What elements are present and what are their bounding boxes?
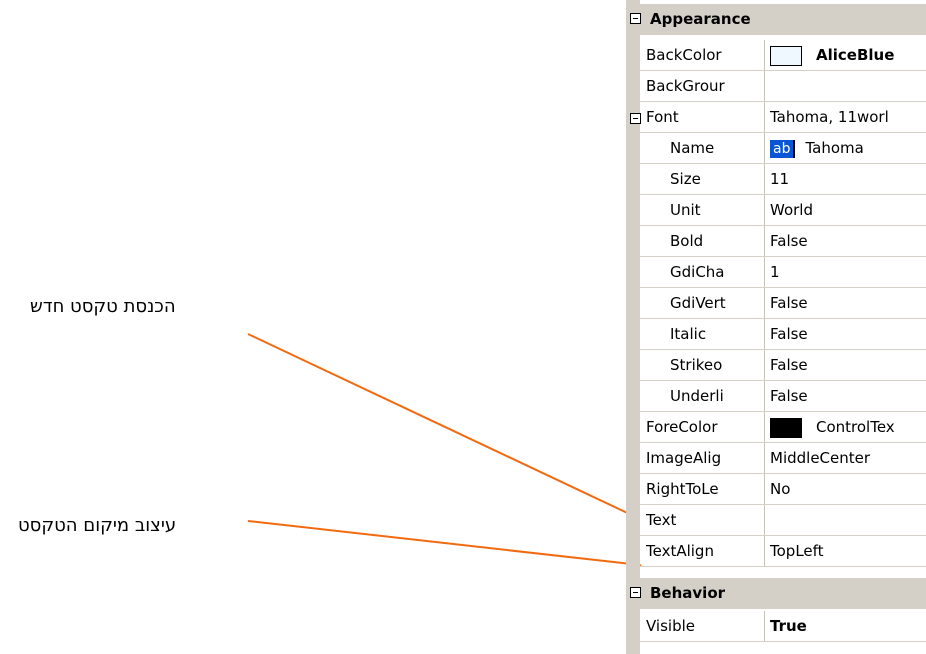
- category-appearance-title: Appearance: [650, 10, 751, 28]
- value-backcolor[interactable]: AliceBlue: [766, 40, 926, 71]
- property-grid-margin: [626, 0, 640, 654]
- label-backgroundimage: BackGrour: [646, 77, 725, 95]
- row-font-name[interactable]: Name ab Tahoma: [640, 133, 926, 164]
- row-backcolor[interactable]: BackColor AliceBlue: [640, 40, 926, 71]
- value-font[interactable]: Tahoma, 11worl: [766, 102, 926, 133]
- label-font-strikeout: Strikeo: [670, 356, 723, 374]
- property-grid: Appearance BackColor AliceBlue BackGrour…: [626, 0, 926, 654]
- label-imagealign: ImageAlig: [646, 449, 722, 467]
- value-font-underline[interactable]: False: [766, 381, 926, 412]
- label-forecolor: ForeColor: [646, 418, 718, 436]
- category-appearance[interactable]: Appearance: [626, 4, 926, 35]
- label-font-bold: Bold: [670, 232, 704, 250]
- arrow-to-text-row: [247, 333, 640, 520]
- row-font[interactable]: Font Tahoma, 11worl: [640, 102, 926, 133]
- label-text: Text: [646, 511, 677, 529]
- value-text[interactable]: [766, 505, 926, 536]
- row-imagealign[interactable]: ImageAlig MiddleCenter: [640, 443, 926, 474]
- value-forecolor[interactable]: ControlTex: [766, 412, 926, 443]
- value-textalign[interactable]: TopLeft: [766, 536, 926, 567]
- category-behavior[interactable]: Behavior: [626, 578, 926, 609]
- label-righttoleft: RightToLe: [646, 480, 719, 498]
- category-behavior-title: Behavior: [650, 584, 726, 602]
- label-font-gdivertical: GdiVert: [670, 294, 726, 312]
- row-font-gdivertical[interactable]: GdiVert False: [640, 288, 926, 319]
- value-righttoleft[interactable]: No: [766, 474, 926, 505]
- collapse-appearance-icon[interactable]: [630, 13, 641, 24]
- label-backcolor: BackColor: [646, 46, 722, 64]
- row-text[interactable]: Text: [640, 505, 926, 536]
- label-font-underline: Underli: [670, 387, 724, 405]
- label-font: Font: [646, 108, 679, 126]
- value-font-gdicharset[interactable]: 1: [766, 257, 926, 288]
- color-swatch-aliceblue: [770, 45, 802, 66]
- row-backgroundimage[interactable]: BackGrour: [640, 71, 926, 102]
- arrow-to-textalign-row: [247, 520, 642, 570]
- value-font-strikeout[interactable]: False: [766, 350, 926, 381]
- label-font-size: Size: [670, 170, 701, 188]
- collapse-behavior-icon[interactable]: [630, 587, 641, 598]
- row-forecolor[interactable]: ForeColor ControlTex: [640, 412, 926, 443]
- color-swatch-controltext: [770, 417, 802, 438]
- row-font-underline[interactable]: Underli False: [640, 381, 926, 412]
- value-backgroundimage[interactable]: [766, 71, 926, 102]
- row-font-strikeout[interactable]: Strikeo False: [640, 350, 926, 381]
- value-font-bold[interactable]: False: [766, 226, 926, 257]
- label-font-gdicharset: GdiCha: [670, 263, 725, 281]
- row-font-gdicharset[interactable]: GdiCha 1: [640, 257, 926, 288]
- row-textalign[interactable]: TextAlign TopLeft: [640, 536, 926, 567]
- label-textalign: TextAlign: [646, 542, 714, 560]
- row-righttoleft[interactable]: RightToLe No: [640, 474, 926, 505]
- label-font-name: Name: [670, 139, 715, 157]
- value-font-gdivertical[interactable]: False: [766, 288, 926, 319]
- label-visible: Visible: [646, 617, 695, 635]
- label-font-unit: Unit: [670, 201, 701, 219]
- font-preview-icon: ab: [770, 139, 796, 158]
- row-font-unit[interactable]: Unit World: [640, 195, 926, 226]
- value-font-italic[interactable]: False: [766, 319, 926, 350]
- value-font-name[interactable]: ab Tahoma: [766, 133, 926, 164]
- row-font-size[interactable]: Size 11: [640, 164, 926, 195]
- row-font-italic[interactable]: Italic False: [640, 319, 926, 350]
- row-font-bold[interactable]: Bold False: [640, 226, 926, 257]
- value-visible[interactable]: True: [766, 611, 926, 642]
- value-font-unit[interactable]: World: [766, 195, 926, 226]
- row-visible[interactable]: Visible True: [640, 611, 926, 642]
- value-font-size[interactable]: 11: [766, 164, 926, 195]
- value-imagealign[interactable]: MiddleCenter: [766, 443, 926, 474]
- label-font-italic: Italic: [670, 325, 707, 343]
